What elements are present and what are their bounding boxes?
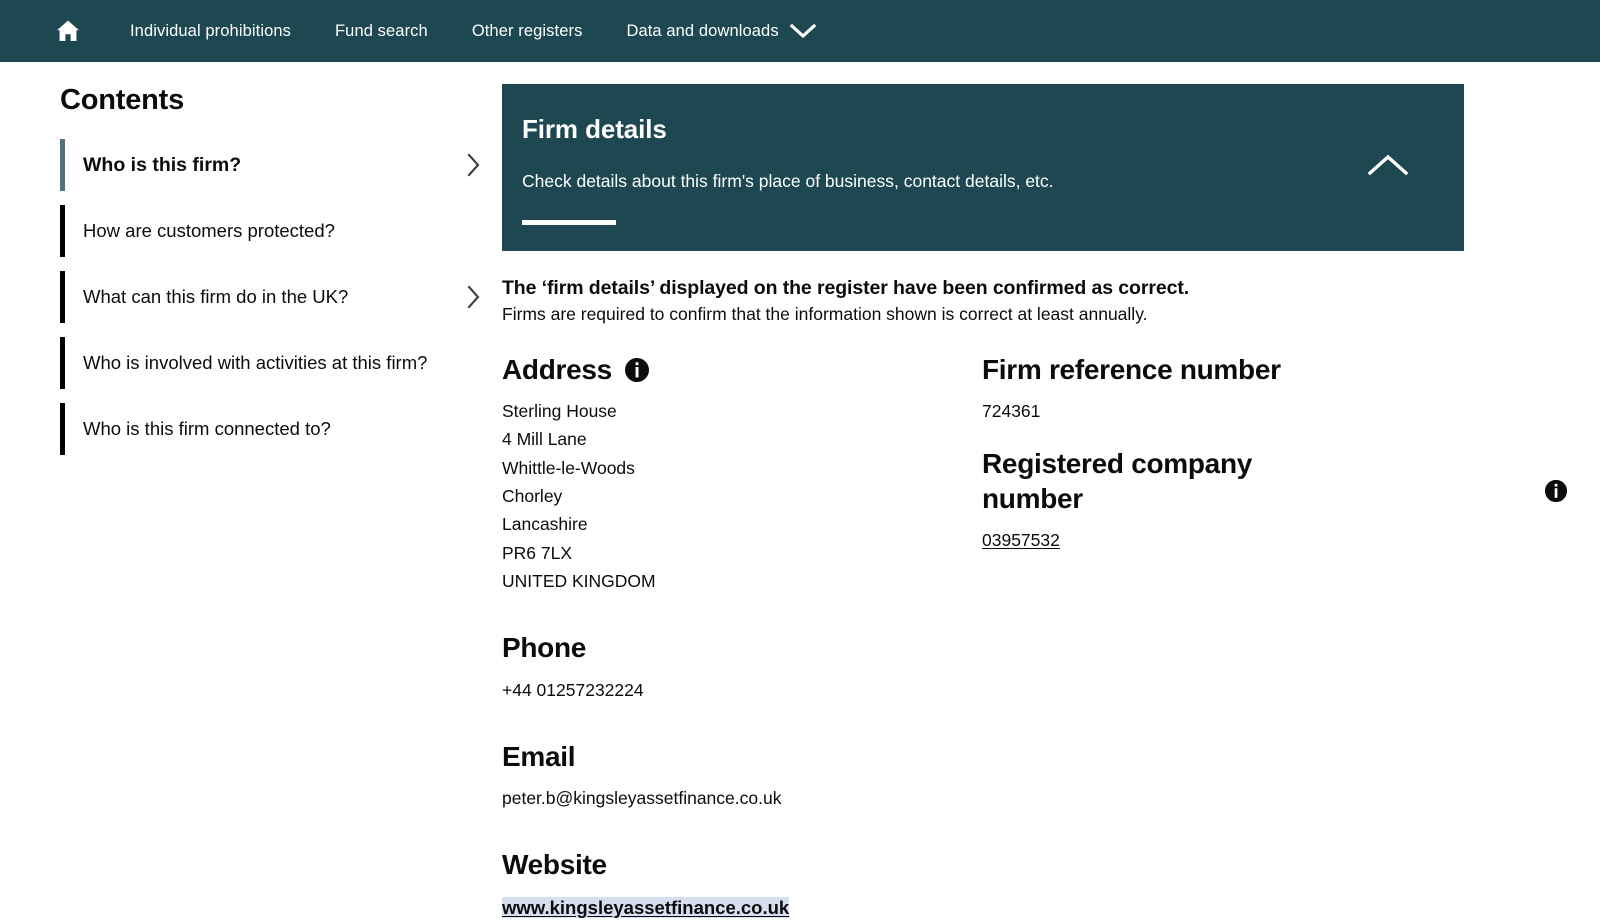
registered-company-number-label: Registered company number	[982, 448, 1253, 514]
sidebar-item-how-are-customers-protected[interactable]: How are customers protected?	[60, 205, 500, 257]
confirmation-note: Firms are required to confirm that the i…	[502, 303, 1148, 324]
sidebar-item-label: What can this firm do in the UK?	[83, 286, 349, 308]
chevron-right-icon[interactable]	[466, 284, 482, 310]
sidebar-item-body: How are customers protected?	[65, 205, 500, 257]
sidebar-item-body: Who is this firm?	[65, 139, 500, 191]
address-line: PR6 7LX	[502, 542, 573, 563]
detail-column-left: Address Sterling House 4 Mill Lane Whitt…	[502, 353, 982, 923]
website-value: www.kingsleyassetfinance.co.uk	[502, 893, 982, 923]
nav-item-individual-prohibitions[interactable]: Individual prohibitions	[130, 22, 291, 41]
registered-company-number-value: 03957532	[982, 526, 1560, 554]
detail-columns: Address Sterling House 4 Mill Lane Whitt…	[502, 353, 1568, 923]
info-icon[interactable]	[624, 357, 650, 383]
page-body: Contents Who is this firm? How are custo…	[0, 62, 1600, 923]
nav-item-fund-search[interactable]: Fund search	[335, 22, 428, 41]
address-line: Whittle-le-Woods	[502, 457, 635, 478]
sidebar-item-label: Who is this firm?	[83, 153, 242, 176]
sidebar-item-label: Who is involved with activities at this …	[83, 352, 428, 374]
sidebar-item-who-is-involved-with-activities-at-this-firm[interactable]: Who is involved with activities at this …	[60, 337, 500, 389]
panel-subtitle: Check details about this firm's place of…	[522, 171, 1054, 191]
email-value: peter.b@kingsleyassetfinance.co.uk	[502, 788, 782, 809]
firm-reference-number-value: 724361	[982, 401, 1041, 422]
main-content: Firm details Check details about this fi…	[500, 84, 1600, 923]
sidebar-item-what-can-this-firm-do-in-the-uk[interactable]: What can this firm do in the UK?	[60, 271, 500, 323]
registered-company-number-link[interactable]: 03957532	[982, 530, 1060, 550]
contents-sidebar: Contents Who is this firm? How are custo…	[0, 84, 500, 923]
sidebar-item-who-is-this-firm[interactable]: Who is this firm?	[60, 139, 500, 191]
home-icon[interactable]	[48, 11, 88, 51]
website-field: Website www.kingsleyassetfinance.co.uk	[502, 848, 982, 922]
sidebar-item-body: What can this firm do in the UK?	[65, 271, 500, 323]
sidebar-item-label: Who is this firm connected to?	[83, 418, 331, 440]
firm-reference-number-head: Firm reference number	[982, 353, 1560, 387]
address-line: Chorley	[502, 486, 563, 507]
email-field-head: Email	[502, 740, 982, 774]
phone-field-head: Phone	[502, 631, 982, 665]
address-line: UNITED KINGDOM	[502, 571, 656, 592]
address-field: Address Sterling House 4 Mill Lane Whitt…	[502, 353, 982, 596]
address-line: Sterling House	[502, 401, 617, 422]
phone-value: +44 01257232224	[502, 679, 644, 700]
info-icon[interactable]	[1544, 479, 1568, 508]
chevron-up-icon[interactable]	[1367, 152, 1409, 178]
top-navigation-bar: Individual prohibitions Fund search Othe…	[0, 0, 1600, 62]
sidebar-item-body: Who is involved with activities at this …	[65, 337, 500, 389]
phone-field: Phone +44 01257232224	[502, 631, 982, 704]
website-field-head: Website	[502, 848, 982, 882]
email-field: Email peter.b@kingsleyassetfinance.co.uk	[502, 740, 982, 813]
firm-reference-number-label: Firm reference number	[982, 353, 1281, 385]
address-label: Address	[502, 353, 612, 385]
phone-label: Phone	[502, 632, 587, 664]
nav-item-other-registers[interactable]: Other registers	[472, 22, 583, 41]
detail-column-right: Firm reference number 724361 Registered …	[982, 353, 1568, 923]
registered-company-number-head: Registered company number	[982, 447, 1560, 515]
address-value: Sterling House 4 Mill Lane Whittle-le-Wo…	[502, 397, 982, 595]
website-label: Website	[502, 849, 607, 881]
sidebar-item-label: How are customers protected?	[83, 220, 335, 242]
sidebar-item-who-is-this-firm-connected-to[interactable]: Who is this firm connected to?	[60, 403, 500, 455]
sidebar-item-body: Who is this firm connected to?	[65, 403, 500, 455]
panel-underline-rule	[522, 219, 616, 225]
address-line: Lancashire	[502, 514, 588, 535]
nav-items: Individual prohibitions Fund search Othe…	[130, 22, 817, 41]
chevron-right-icon[interactable]	[466, 152, 482, 178]
address-field-head: Address	[502, 353, 982, 387]
chevron-down-icon[interactable]	[789, 22, 817, 40]
registered-company-number-field: Registered company number 03957532	[982, 447, 1560, 554]
address-line: 4 Mill Lane	[502, 429, 587, 450]
email-label: Email	[502, 740, 576, 772]
firm-details-panel: Firm details Check details about this fi…	[502, 84, 1464, 251]
firm-reference-number-field: Firm reference number 724361	[982, 353, 1560, 426]
website-link[interactable]: www.kingsleyassetfinance.co.uk	[502, 896, 790, 918]
contents-title: Contents	[60, 84, 185, 116]
confirmation-heading: The ‘firm details’ displayed on the regi…	[502, 276, 1190, 299]
nav-item-data-and-downloads[interactable]: Data and downloads	[626, 22, 778, 41]
panel-title: Firm details	[522, 114, 667, 144]
